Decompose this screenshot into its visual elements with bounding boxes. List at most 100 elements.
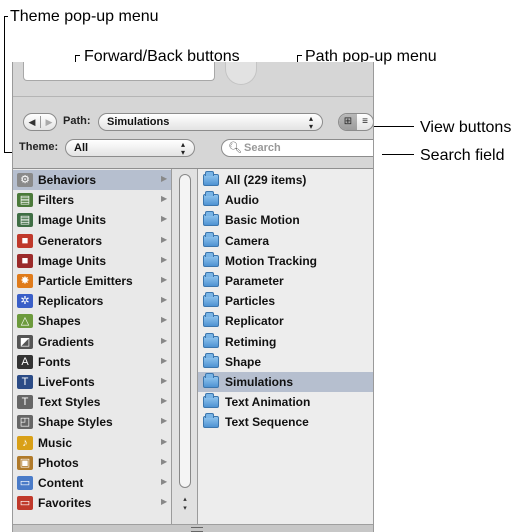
folder-icon bbox=[203, 373, 219, 388]
sidebar-item[interactable]: A Fonts ▶ bbox=[13, 352, 171, 372]
folder-item-label: Audio bbox=[225, 193, 259, 208]
sidebar-item[interactable]: ▭ Content ▶ bbox=[13, 473, 171, 493]
folder-icon bbox=[203, 393, 219, 409]
theme-callout-line bbox=[4, 16, 5, 153]
scroll-up-arrow-icon[interactable]: ▴ bbox=[179, 495, 191, 504]
search-field[interactable]: 🔍︎ Search bbox=[221, 139, 373, 157]
disclosure-arrow-icon[interactable]: ▶ bbox=[161, 336, 167, 345]
scrollbar-thumb[interactable] bbox=[179, 174, 191, 488]
sidebar-item[interactable]: ▭ Favorites ▶ bbox=[13, 493, 171, 513]
theme-value: All bbox=[74, 142, 89, 154]
view-buttons: ⊞ ≡ bbox=[338, 113, 373, 131]
search-icon: 🔍︎ bbox=[228, 142, 242, 154]
sidebar-item[interactable]: ▤ Image Units ▶ bbox=[13, 210, 171, 230]
sidebar-item-label: LiveFonts bbox=[38, 375, 95, 389]
sidebar-item[interactable]: T LiveFonts ▶ bbox=[13, 372, 171, 392]
view-callout-line bbox=[374, 126, 414, 127]
theme-callout-tick bbox=[4, 16, 8, 17]
path-popup[interactable]: Simulations ▴ ▾ bbox=[98, 113, 323, 131]
sidebar-item-label: Image Units bbox=[38, 253, 107, 268]
top-knob bbox=[225, 62, 257, 85]
disclosure-arrow-icon[interactable]: ▶ bbox=[161, 437, 167, 446]
disclosure-arrow-icon[interactable]: ▶ bbox=[161, 174, 167, 183]
sidebar-item[interactable]: ◰ Shape Styles ▶ bbox=[13, 412, 171, 432]
sidebar-item[interactable]: ◩ Gradients ▶ bbox=[13, 332, 171, 352]
sidebar: ⚙ Behaviors ▶ ▤ Filters ▶ ▤ Image Units ▶ ■ Genera… bbox=[13, 169, 172, 532]
sidebar-item[interactable]: T Text Styles ▶ bbox=[13, 392, 171, 412]
folder-item-label: Text Animation bbox=[225, 395, 311, 410]
icon-view-button[interactable]: ⊞ bbox=[339, 114, 357, 130]
sidebar-item-label: Music bbox=[38, 435, 73, 450]
folder-icon bbox=[203, 251, 219, 267]
folder-item-label: Retiming bbox=[225, 334, 277, 349]
folder-item-label: Camera bbox=[225, 233, 270, 248]
folder-icon bbox=[203, 211, 219, 227]
folder-item[interactable]: Shape bbox=[198, 352, 373, 372]
image-units-icon: ■ bbox=[17, 253, 33, 268]
folder-item-label: Shape bbox=[225, 354, 262, 369]
disclosure-arrow-icon[interactable]: ▶ bbox=[161, 356, 167, 365]
disclosure-arrow-icon[interactable]: ▶ bbox=[161, 457, 167, 466]
folder-item-label: Particles bbox=[225, 294, 276, 309]
sidebar-item[interactable]: ♪ Music ▶ bbox=[13, 433, 171, 453]
folder-item[interactable]: Text Sequence bbox=[198, 412, 373, 432]
sidebar-item[interactable]: ▣ Photos ▶ bbox=[13, 453, 171, 473]
forward-back-buttons: ◀ ▶ bbox=[23, 113, 57, 131]
folder-icon bbox=[203, 413, 219, 429]
folder-item[interactable]: Text Animation bbox=[198, 392, 373, 412]
folder-item[interactable]: Particles bbox=[198, 291, 373, 311]
sidebar-item[interactable]: ▤ Filters ▶ bbox=[13, 190, 171, 210]
disclosure-arrow-icon[interactable]: ▶ bbox=[161, 235, 167, 244]
folder-icon bbox=[203, 312, 219, 328]
folder-item[interactable]: Camera bbox=[198, 231, 373, 251]
disclosure-arrow-icon[interactable]: ▶ bbox=[161, 315, 167, 324]
disclosure-arrow-icon[interactable]: ▶ bbox=[161, 255, 167, 264]
disclosure-arrow-icon[interactable]: ▶ bbox=[161, 477, 167, 486]
disclosure-arrow-icon[interactable]: ▶ bbox=[161, 295, 167, 304]
list-view-button[interactable]: ≡ bbox=[356, 114, 373, 130]
search-field-callout: Search field bbox=[420, 147, 505, 164]
path-label: Path: bbox=[63, 115, 91, 127]
sidebar-item-label: Particle Emitters bbox=[38, 274, 133, 288]
disclosure-arrow-icon[interactable]: ▶ bbox=[161, 214, 167, 223]
disclosure-arrow-icon[interactable]: ▶ bbox=[161, 376, 167, 385]
disclosure-arrow-icon[interactable]: ▶ bbox=[161, 497, 167, 506]
sidebar-item-label: Shapes bbox=[38, 314, 81, 329]
folder-item[interactable]: Retiming bbox=[198, 332, 373, 352]
sidebar-item-label: Gradients bbox=[38, 334, 95, 349]
folder-item[interactable]: Audio bbox=[198, 190, 373, 210]
disclosure-arrow-icon[interactable]: ▶ bbox=[161, 396, 167, 405]
folder-item[interactable]: Motion Tracking bbox=[198, 251, 373, 271]
shape-styles-icon: ◰ bbox=[17, 415, 33, 430]
back-button[interactable]: ◀ bbox=[24, 114, 40, 130]
folder-icon bbox=[203, 292, 219, 308]
scroll-down-arrow-icon[interactable]: ▾ bbox=[179, 504, 191, 513]
theme-popup[interactable]: All ▴ ▾ bbox=[65, 139, 195, 157]
sidebar-item[interactable]: ✸ Particle Emitters ▶ bbox=[13, 271, 171, 291]
folder-item[interactable]: Parameter bbox=[198, 271, 373, 291]
disclosure-arrow-icon[interactable]: ▶ bbox=[161, 194, 167, 203]
folder-item[interactable]: Basic Motion bbox=[198, 210, 373, 230]
folder-item-label: Replicator bbox=[225, 314, 284, 329]
folder-item[interactable]: Simulations bbox=[198, 372, 373, 392]
folder-list: All (229 items) Audio Basic Motion Camera Mo… bbox=[197, 169, 373, 532]
folder-icon bbox=[203, 332, 219, 348]
disclosure-arrow-icon[interactable]: ▶ bbox=[161, 275, 167, 284]
resize-grip-icon[interactable] bbox=[191, 527, 203, 532]
sidebar-scrollbar[interactable]: ▴ ▾ bbox=[172, 169, 197, 532]
favorites-icon: ▭ bbox=[17, 496, 33, 511]
content-icon: ▭ bbox=[17, 476, 33, 490]
folder-item-label: Text Sequence bbox=[225, 415, 309, 430]
folder-item[interactable]: All (229 items) bbox=[198, 170, 373, 190]
disclosure-arrow-icon[interactable]: ▶ bbox=[161, 416, 167, 425]
forward-button[interactable]: ▶ bbox=[41, 114, 57, 130]
sidebar-item[interactable]: ⚙ Behaviors ▶ bbox=[13, 170, 171, 190]
sidebar-item[interactable]: ✲ Replicators ▶ bbox=[13, 291, 171, 311]
sidebar-item-label: Shape Styles bbox=[38, 415, 113, 430]
folder-item[interactable]: Replicator bbox=[198, 311, 373, 331]
fonts-icon: A bbox=[17, 354, 33, 369]
sidebar-item[interactable]: △ Shapes ▶ bbox=[13, 311, 171, 331]
sidebar-item[interactable]: ■ Generators ▶ bbox=[13, 231, 171, 251]
scroll-arrows[interactable]: ▴ ▾ bbox=[179, 495, 191, 513]
sidebar-item[interactable]: ■ Image Units ▶ bbox=[13, 251, 171, 271]
